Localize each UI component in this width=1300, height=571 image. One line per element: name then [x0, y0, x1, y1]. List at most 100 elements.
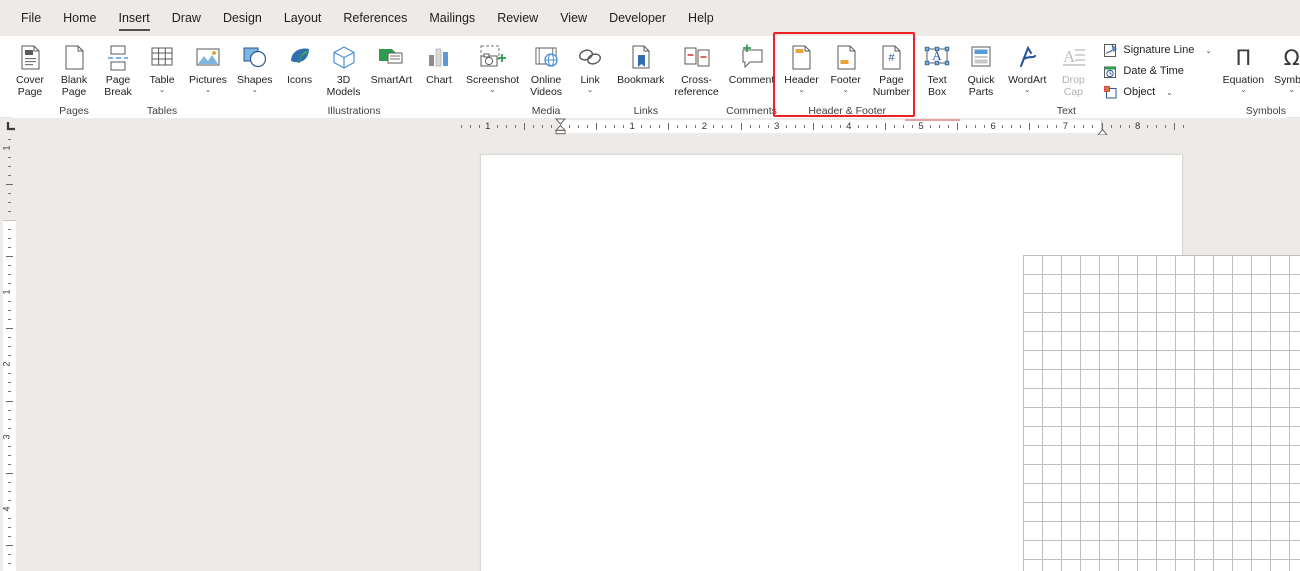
- ruler-number: 1: [629, 121, 635, 132]
- text-box-button[interactable]: A Text Box: [915, 40, 959, 98]
- wordart-button[interactable]: WordArt ⌄: [1003, 40, 1051, 94]
- date-time-button[interactable]: Date & Time: [1099, 62, 1215, 81]
- ribbon-tab-help[interactable]: Help: [677, 5, 725, 32]
- ribbon-group-text: A Text Box Quick Parts WordArt ⌄ A Drop Cap Signat…: [915, 36, 1218, 118]
- grid-line-horizontal: [1023, 369, 1300, 370]
- ruler-tick: [1011, 125, 1013, 128]
- ribbon-group-items: A Text Box Quick Parts WordArt ⌄ A Drop Cap Signat…: [915, 40, 1218, 102]
- icons-label: Icons: [287, 74, 313, 86]
- left-indent-marker[interactable]: [553, 118, 568, 135]
- pictures-button[interactable]: Pictures ⌄: [184, 40, 232, 94]
- ruler-tick: [677, 125, 679, 128]
- vruler-tick: [8, 490, 11, 492]
- grid-table[interactable]: [1023, 255, 1300, 571]
- grid-line-horizontal: [1023, 312, 1300, 313]
- ribbon-tab-file[interactable]: File: [10, 5, 52, 32]
- vruler-tick: [8, 201, 11, 203]
- header-button[interactable]: Header ⌄: [779, 40, 823, 94]
- grid-line-horizontal: [1023, 350, 1300, 351]
- tab-stop-selector[interactable]: [4, 119, 18, 133]
- vruler-tick-major: [6, 328, 13, 330]
- chevron-down-icon[interactable]: ⌄: [205, 85, 211, 94]
- grid-line-horizontal: [1023, 540, 1300, 541]
- ribbon-group-items: Online Videos: [524, 40, 568, 102]
- icons-button[interactable]: Icons: [278, 40, 322, 87]
- ribbon-tab-references[interactable]: References: [332, 5, 418, 32]
- vruler-tick-major: [6, 472, 13, 474]
- horizontal-ruler[interactable]: 1 1 2 3 4 5 6 7 8: [20, 118, 1300, 135]
- wordart-icon: [1012, 43, 1042, 73]
- ribbon-tab-mailings[interactable]: Mailings: [418, 5, 486, 32]
- ribbon-tab-developer[interactable]: Developer: [598, 5, 677, 32]
- ruler-number: 1: [485, 121, 491, 132]
- table-button[interactable]: Table ⌄: [140, 40, 184, 94]
- ruler-tick: [902, 125, 904, 128]
- chevron-down-icon[interactable]: ⌄: [1240, 85, 1246, 94]
- cover-page-button[interactable]: Cover Page: [8, 40, 52, 98]
- shapes-button[interactable]: Shapes ⌄: [232, 40, 278, 94]
- ribbon-tab-layout[interactable]: Layout: [273, 5, 333, 32]
- link-button[interactable]: Link ⌄: [568, 40, 612, 94]
- right-indent-marker[interactable]: [1095, 125, 1110, 135]
- page-number-button[interactable]: # Page Number: [868, 40, 915, 98]
- vertical-ruler[interactable]: 1 1 2 3 4: [0, 135, 20, 571]
- blank-page-button[interactable]: Blank Page: [52, 40, 96, 98]
- chevron-down-icon[interactable]: ⌄: [489, 85, 495, 94]
- grid-line-horizontal: [1023, 559, 1300, 560]
- ribbon-tab-draw[interactable]: Draw: [161, 5, 212, 32]
- chevron-down-icon[interactable]: ⌄: [1288, 85, 1294, 94]
- footer-button[interactable]: Footer ⌄: [824, 40, 868, 94]
- object-button[interactable]: Object ⌄: [1099, 83, 1215, 102]
- ribbon-tab-view[interactable]: View: [549, 5, 598, 32]
- chevron-down-icon[interactable]: ⌄: [1166, 88, 1172, 97]
- comment-button[interactable]: Comment: [724, 40, 780, 87]
- page-number-icon: #: [877, 43, 905, 73]
- ribbon-tab-insert[interactable]: Insert: [108, 5, 161, 32]
- symbol-icon: Ω: [1283, 46, 1300, 70]
- signature-line-button[interactable]: Signature Line ⌄: [1099, 41, 1215, 60]
- chevron-down-icon[interactable]: ⌄: [1024, 85, 1030, 94]
- chevron-down-icon[interactable]: ⌄: [587, 85, 593, 94]
- ruler-tick: [975, 125, 977, 128]
- ribbon-tab-home[interactable]: Home: [52, 5, 107, 32]
- document-page[interactable]: [480, 154, 1300, 571]
- online-videos-button[interactable]: Online Videos: [524, 40, 568, 98]
- bookmark-button[interactable]: Bookmark: [612, 40, 669, 87]
- grid-line-horizontal: [1023, 274, 1300, 275]
- equation-button[interactable]: Π Equation ⌄: [1218, 40, 1269, 94]
- ruler-tick-major: [596, 123, 598, 130]
- page-break-button[interactable]: Page Break: [96, 40, 140, 98]
- vruler-tick: [8, 562, 11, 564]
- online-videos-label-line2: Videos: [530, 85, 563, 98]
- cross-reference-button[interactable]: Cross-reference: [669, 40, 723, 98]
- ruler-tick: [641, 125, 643, 128]
- ribbon-group-header-footer: Header ⌄ Footer ⌄ # Page Number Header & Footer: [779, 36, 915, 118]
- ruler-tick: [1092, 125, 1094, 128]
- vruler-tick: [8, 382, 11, 384]
- cross-reference-label: Cross-: [681, 74, 713, 86]
- symbol-button[interactable]: Ω Symbol⌄: [1269, 40, 1300, 94]
- quick-parts-label-line2: Parts: [968, 85, 994, 98]
- chevron-down-icon[interactable]: ⌄: [1205, 46, 1211, 55]
- ruler-tick: [1110, 125, 1112, 128]
- chevron-down-icon[interactable]: ⌄: [843, 85, 849, 94]
- ruler-number: 2: [701, 121, 708, 132]
- ribbon-tab-design[interactable]: Design: [212, 5, 273, 32]
- quick-parts-button[interactable]: Quick Parts: [959, 40, 1003, 98]
- chevron-down-icon[interactable]: ⌄: [159, 85, 165, 94]
- vruler-tick: [8, 463, 11, 465]
- ribbon-group-comments: Comment Comments: [724, 36, 780, 118]
- chevron-down-icon[interactable]: ⌄: [252, 85, 258, 94]
- chart-button[interactable]: Chart: [417, 40, 461, 87]
- smartart-button[interactable]: SmartArt: [366, 40, 417, 87]
- chevron-down-icon[interactable]: ⌄: [798, 85, 804, 94]
- document-canvas[interactable]: [20, 135, 1300, 571]
- 3d-models-button[interactable]: 3D Models: [322, 40, 366, 98]
- ribbon-group-symbols: ΠEquation⌄ΩSymbol⌄Symbols: [1218, 36, 1300, 118]
- vruler-number: 1: [1, 289, 12, 295]
- ribbon-tab-review[interactable]: Review: [486, 5, 549, 32]
- ruler-tick: [794, 125, 796, 128]
- grid-line-horizontal: [1023, 388, 1300, 389]
- ruler-tick-major: [740, 123, 742, 130]
- screenshot-button[interactable]: Screenshot ⌄: [461, 40, 524, 94]
